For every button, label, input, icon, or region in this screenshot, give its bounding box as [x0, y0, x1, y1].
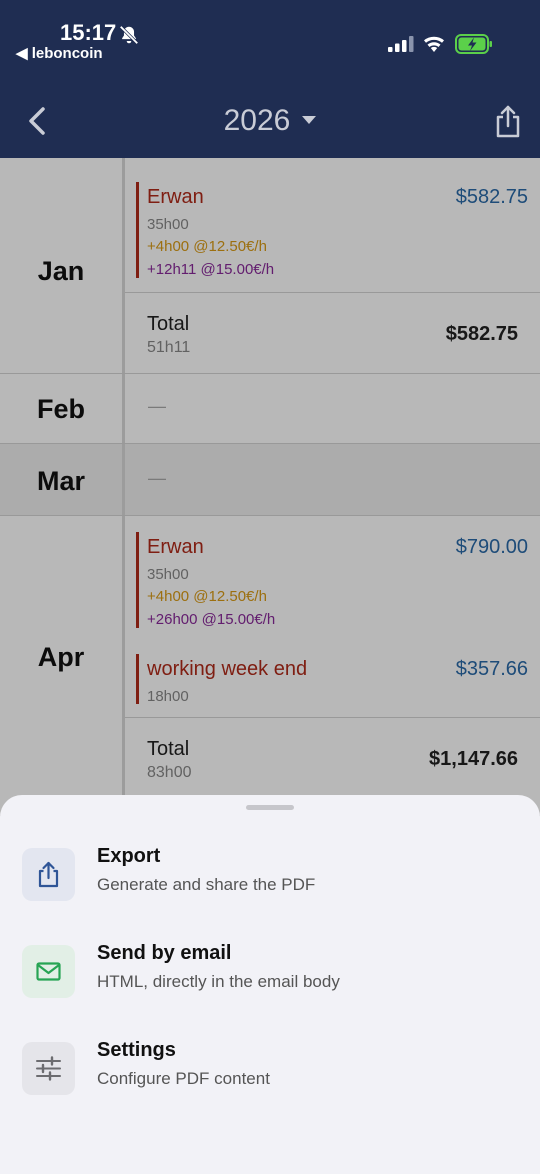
sheet-grabber[interactable] — [246, 805, 294, 810]
export-action-sheet: Export Generate and share the PDF Send b… — [0, 795, 540, 1174]
settings-option[interactable]: Settings Configure PDF content — [0, 1033, 540, 1103]
export-option[interactable]: Export Generate and share the PDF — [0, 839, 540, 909]
back-to-app-link[interactable]: ◀ leboncoin — [16, 44, 103, 62]
year-label: 2026 — [223, 104, 291, 137]
wifi-icon — [424, 36, 444, 52]
export-icon-box — [22, 848, 75, 901]
option-title: Export — [97, 845, 161, 867]
email-icon-box — [22, 945, 75, 998]
option-subtitle: Configure PDF content — [97, 1069, 270, 1088]
status-time: 15:17 — [60, 20, 117, 45]
nav-bar: 2026 — [0, 84, 540, 158]
share-icon — [38, 861, 59, 888]
battery-charging-icon — [455, 34, 492, 54]
option-title: Settings — [97, 1039, 176, 1061]
caret-down-icon — [302, 116, 317, 125]
status-bar: 15:17 ◀ leboncoin — [0, 0, 540, 84]
mail-icon — [36, 962, 61, 981]
send-by-email-option[interactable]: Send by email HTML, directly in the emai… — [0, 936, 540, 1006]
sliders-icon — [36, 1056, 61, 1081]
bell-slash-icon — [119, 25, 139, 45]
option-subtitle: HTML, directly in the email body — [97, 972, 340, 991]
option-subtitle: Generate and share the PDF — [97, 875, 316, 894]
share-icon[interactable] — [494, 104, 522, 138]
year-selector[interactable]: 2026 — [0, 104, 540, 138]
settings-icon-box — [22, 1042, 75, 1095]
option-title: Send by email — [97, 942, 232, 964]
cellular-signal-icon — [388, 36, 414, 52]
